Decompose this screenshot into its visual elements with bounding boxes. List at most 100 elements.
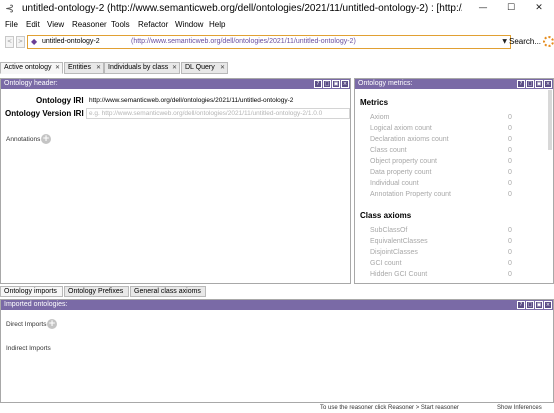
metric-value: 0 — [508, 180, 512, 187]
close-icon[interactable]: × — [544, 301, 552, 309]
protege-app-icon: ⊰ — [5, 2, 15, 15]
panel-header: Ontology metrics: ? □ ▣ × — [355, 79, 553, 89]
metric-label: Object property count — [370, 158, 437, 165]
metric-row: Hidden GCI Count 0 — [370, 269, 520, 280]
tab-ontology-prefixes[interactable]: Ontology Prefixes — [64, 286, 129, 297]
tab-label: Entities — [68, 64, 91, 71]
menu-reasoner[interactable]: Reasoner — [72, 19, 107, 30]
tab-dl-query[interactable]: DL Query ✕ — [181, 62, 228, 74]
imported-ontologies-panel: Imported ontologies: ? □ ▣ × Direct Impo… — [0, 299, 554, 403]
metric-row: EquivalentClasses 0 — [370, 236, 520, 247]
panel-controls: ? □ ▣ × — [517, 301, 552, 309]
float-icon[interactable]: ▣ — [535, 301, 543, 309]
metric-label: SubClassOf — [370, 227, 408, 234]
metric-row: Logical axiom count 0 — [370, 123, 520, 134]
metric-row: Object property count 0 — [370, 156, 520, 167]
help-icon[interactable]: ? — [517, 80, 525, 88]
metric-row: DisjointClasses 0 — [370, 247, 520, 258]
metric-row: Class count 0 — [370, 145, 520, 156]
metric-row: Data property count 0 — [370, 167, 520, 178]
ontology-iri-label: Ontology IRI — [36, 96, 84, 105]
forward-button[interactable]: > — [16, 36, 25, 48]
close-icon[interactable]: ✕ — [172, 63, 177, 73]
menu-file[interactable]: File — [5, 19, 18, 30]
metric-value: 0 — [508, 169, 512, 176]
back-button[interactable]: < — [5, 36, 14, 48]
panel-title: Ontology metrics: — [358, 80, 413, 87]
ontology-name: untitled-ontology-2 — [42, 38, 100, 45]
metrics-heading: Metrics — [360, 98, 389, 107]
tab-label: Active ontology — [4, 64, 52, 71]
menu-refactor[interactable]: Refactor — [138, 19, 168, 30]
close-button[interactable]: ✕ — [526, 0, 552, 16]
ontology-iri-field[interactable]: http://www.semanticweb.org/dell/ontologi… — [86, 95, 350, 106]
metric-row: GCI count 0 — [370, 258, 520, 269]
maximize-button[interactable]: ☐ — [498, 0, 524, 16]
menu-help[interactable]: Help — [209, 19, 225, 30]
restore-icon[interactable]: □ — [526, 80, 534, 88]
bottom-tabs: Ontology imports Ontology Prefixes Gener… — [0, 286, 554, 297]
menu-bar: File Edit View Reasoner Tools Refactor W… — [0, 17, 554, 32]
metric-row: SubClassOf 0 — [370, 225, 520, 236]
show-inferences-toggle[interactable]: Show Inferences — [497, 404, 542, 413]
panel-title: Ontology header: — [4, 80, 58, 87]
minimize-button[interactable]: — — [470, 0, 496, 16]
metric-label: EquivalentClasses — [370, 238, 428, 245]
metric-value: 0 — [508, 227, 512, 234]
loading-spinner-icon — [543, 36, 554, 47]
metric-label: Annotation Property count — [370, 191, 451, 198]
reasoner-status: To use the reasoner click Reasoner > Sta… — [320, 405, 459, 411]
metric-value: 0 — [508, 271, 512, 278]
class-axioms-heading: Class axioms — [360, 211, 412, 220]
chevron-down-icon[interactable]: ▼ — [502, 38, 507, 46]
address-bar: < > ◆ untitled-ontology-2 (http://www.se… — [0, 33, 554, 51]
panel-header: Imported ontologies: ? □ ▣ × — [1, 300, 553, 310]
title-bar: ⊰ untitled-ontology-2 (http://www.semant… — [0, 0, 554, 17]
metric-label: DisjointClasses — [370, 249, 418, 256]
tab-ontology-imports[interactable]: Ontology imports — [0, 286, 63, 297]
close-icon[interactable]: × — [341, 80, 349, 88]
ontology-version-iri-field[interactable]: e.g. http://www.semanticweb.org/dell/ont… — [86, 108, 350, 119]
close-icon[interactable]: ✕ — [96, 63, 101, 73]
indirect-imports-label: Indirect Imports — [6, 345, 51, 352]
metrics-scrollbar[interactable] — [548, 90, 552, 150]
menu-window[interactable]: Window — [175, 19, 203, 30]
menu-edit[interactable]: Edit — [26, 19, 40, 30]
metric-label: Individual count — [370, 180, 419, 187]
metric-row: Axiom 0 — [370, 112, 520, 123]
add-annotation-icon[interactable]: + — [41, 134, 51, 144]
metric-label: GCI count — [370, 260, 402, 267]
metric-label: Data property count — [370, 169, 432, 176]
panel-controls: ? □ ▣ × — [517, 80, 552, 88]
ontology-metrics-panel: Ontology metrics: ? □ ▣ × Metrics Axiom … — [354, 78, 554, 284]
metric-label: Hidden GCI Count — [370, 271, 428, 278]
metric-label: Class count — [370, 147, 407, 154]
close-icon[interactable]: ✕ — [55, 63, 60, 73]
tab-general-class-axioms[interactable]: General class axioms — [130, 286, 206, 297]
metric-value: 0 — [508, 249, 512, 256]
help-icon[interactable]: ? — [517, 301, 525, 309]
metric-row: Annotation Property count 0 — [370, 189, 520, 200]
metric-value: 0 — [508, 136, 512, 143]
tab-active-ontology[interactable]: Active ontology ✕ — [0, 62, 63, 74]
restore-icon[interactable]: □ — [526, 301, 534, 309]
float-icon[interactable]: ▣ — [332, 80, 340, 88]
workspace-tabs: Active ontology ✕ Entities ✕ Individuals… — [0, 62, 554, 74]
menu-tools[interactable]: Tools — [111, 19, 130, 30]
menu-view[interactable]: View — [47, 19, 64, 30]
tab-individuals-by-class[interactable]: Individuals by class ✕ — [104, 62, 180, 74]
help-icon[interactable]: ? — [314, 80, 322, 88]
panel-title: Imported ontologies: — [4, 301, 68, 308]
restore-icon[interactable]: □ — [323, 80, 331, 88]
add-import-icon[interactable]: + — [47, 319, 57, 329]
active-ontology-selector[interactable]: ◆ untitled-ontology-2 (http://www.semant… — [27, 35, 511, 49]
search-button[interactable]: Search... — [509, 35, 541, 49]
panel-header: Ontology header: ? □ ▣ × — [1, 79, 350, 89]
tab-entities[interactable]: Entities ✕ — [64, 62, 104, 74]
close-icon[interactable]: ✕ — [220, 63, 225, 73]
float-icon[interactable]: ▣ — [535, 80, 543, 88]
metric-row: Individual count 0 — [370, 178, 520, 189]
close-icon[interactable]: × — [544, 80, 552, 88]
metric-label: Declaration axioms count — [370, 136, 449, 143]
panel-controls: ? □ ▣ × — [314, 80, 349, 88]
